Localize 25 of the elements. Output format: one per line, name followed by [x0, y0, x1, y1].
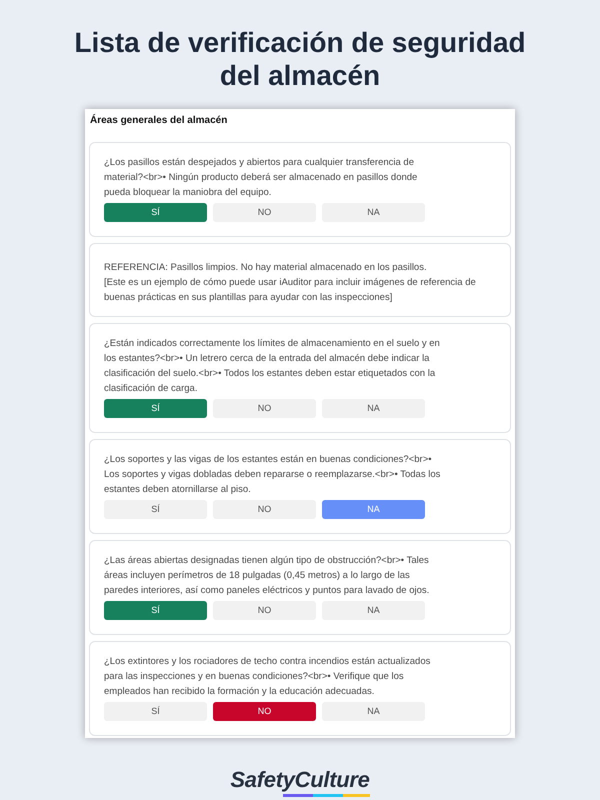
section-title: Áreas generales del almacén	[89, 114, 228, 128]
answer-button[interactable]: NO	[213, 702, 316, 721]
question-text: ¿Están indicados correctamente los límites de almacenamiento en el suelo y en los estantes?<br>• Un letrero cerca de la entrada del almacén debe indicar la clasificación del suelo.<br>• Todos los estantes deben estar etiquetados con la clasificación de carga.	[104, 337, 441, 396]
reference-text: REFERENCIA: Pasillos limpios. No hay material almacenado en los pasillos.	[104, 261, 428, 275]
question-text: ¿Los extintores y los rociadores de techo contra incendios están actualizados para las inspecciones y en buenas condiciones?<br>• Verifique que los empleados han recibido la formación y la educación adecuadas.	[104, 655, 432, 699]
question-text: ¿Los pasillos están despejados y abiertos para cualquier transferencia de material?<br>• Ningún producto deberá ser almacenado en pasillos donde pueda bloquear la maniobra del equipo.	[104, 156, 418, 200]
answer-button[interactable]: NA	[322, 203, 425, 222]
logo-wordmark: SafetyCulture	[230, 769, 370, 791]
question-text: ¿Los soportes y las vigas de los estantes están en buenas condiciones?<br>• Los soportes y vigas dobladas deben repararse o reemplazarse.<br>• Todas los estantes deben atornillarse al piso.	[104, 453, 442, 497]
answer-button[interactable]: NA	[322, 702, 425, 721]
answer-button[interactable]: NO	[213, 601, 316, 620]
answer-button[interactable]: NO	[213, 203, 316, 222]
answer-button[interactable]: SÍ	[104, 500, 207, 519]
answer-button[interactable]: NO	[213, 399, 316, 418]
answer-button[interactable]: NA	[322, 399, 425, 418]
answer-button[interactable]: NA	[322, 601, 425, 620]
answer-button[interactable]: SÍ	[104, 399, 207, 418]
reference-text: [Este es un ejemplo de cómo puede usar iAuditor para incluir imágenes de referencia de buenas prácticas en sus plantillas para ayudar con las inspecciones]	[104, 276, 477, 305]
question-text: ¿Las áreas abiertas designadas tienen algún tipo de obstrucción?<br>• Tales áreas incluyen perímetros de 18 pulgadas (0,45 metros) a lo largo de las paredes interiores, así como paneles eléctricos y puntos para lavado de ojos.	[104, 554, 430, 598]
answer-button[interactable]: SÍ	[104, 702, 207, 721]
answer-button[interactable]: NO	[213, 500, 316, 519]
underline-stripe-icon	[282, 794, 370, 797]
answer-button[interactable]: SÍ	[104, 601, 207, 620]
page-title: Lista de verificación de seguridad del almacén	[73, 26, 527, 92]
answer-button[interactable]: SÍ	[104, 203, 207, 222]
